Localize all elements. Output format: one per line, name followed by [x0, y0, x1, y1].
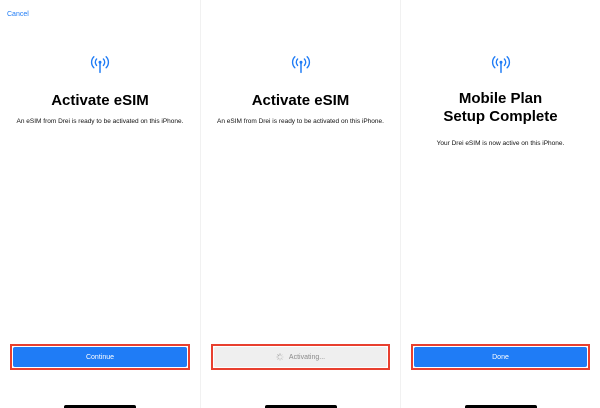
- antenna-signal-icon: [291, 56, 310, 74]
- screen-activating-esim: Activate eSIM An eSIM from Drei is ready…: [200, 0, 400, 408]
- spinner-icon: [276, 353, 284, 361]
- screen-setup-complete: Mobile Plan Setup Complete Your Drei eSI…: [400, 0, 600, 408]
- continue-button[interactable]: Continue: [13, 347, 187, 367]
- page-title: Mobile Plan Setup Complete: [401, 90, 600, 126]
- page-subtitle: An eSIM from Drei is ready to be activat…: [217, 118, 384, 125]
- activating-button-highlight: Activating...: [211, 344, 390, 370]
- antenna-signal-icon: [491, 56, 510, 74]
- done-button[interactable]: Done: [414, 347, 587, 367]
- cancel-button[interactable]: Cancel: [7, 11, 29, 18]
- page-subtitle: Your Drei eSIM is now active on this iPh…: [436, 140, 565, 147]
- page-subtitle: An eSIM from Drei is ready to be activat…: [16, 118, 184, 125]
- screen-activate-esim: Cancel Activate eSIM An eSIM from Drei i…: [0, 0, 200, 408]
- page-title-line2: Setup Complete: [443, 108, 558, 125]
- activating-button-label: Activating...: [288, 353, 326, 361]
- page-title-line1: Mobile Plan: [458, 90, 543, 107]
- done-button-highlight: Done: [411, 344, 590, 370]
- antenna-signal-icon: [90, 56, 110, 74]
- continue-button-highlight: Continue: [10, 344, 190, 370]
- activating-button: Activating...: [214, 347, 387, 367]
- page-title: Activate eSIM: [51, 92, 149, 109]
- page-title: Activate eSIM: [251, 92, 350, 109]
